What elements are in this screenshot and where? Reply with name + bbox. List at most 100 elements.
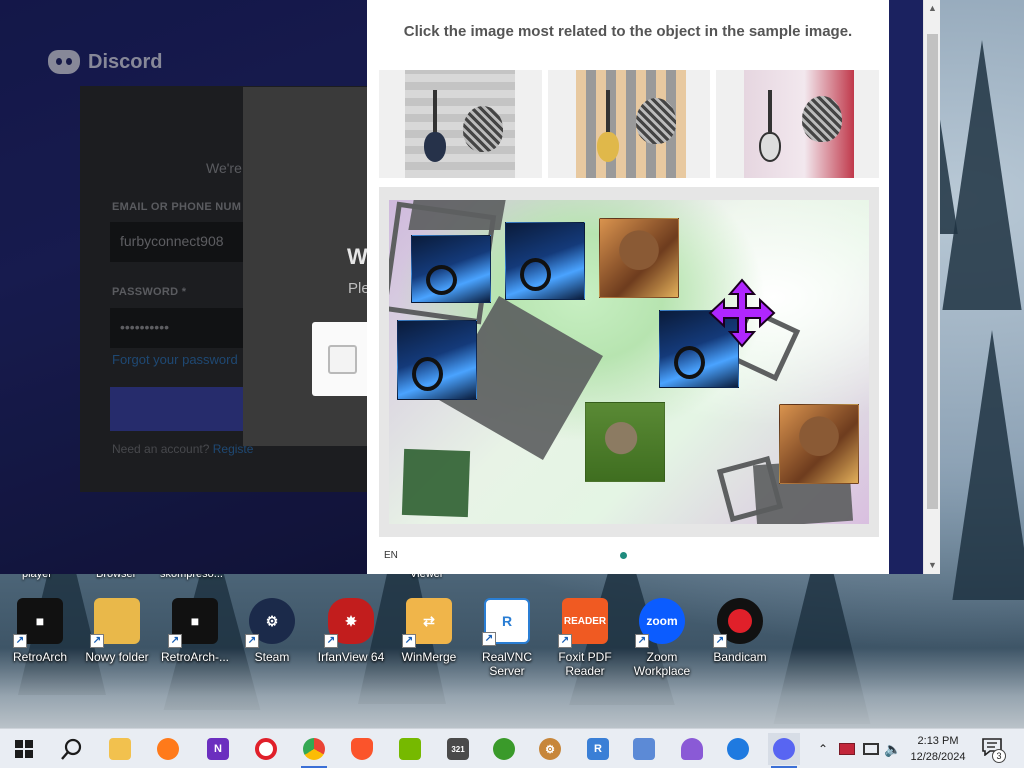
taskbar-app-n[interactable]: N <box>202 733 234 765</box>
network-icon <box>863 743 879 755</box>
shortcut-arrow-icon: ↗ <box>402 634 416 648</box>
captcha-scrollbar[interactable]: ▲ ▼ <box>923 0 940 574</box>
desktop-icon-retroarch-admin[interactable]: ■ ↗ RetroArch-... <box>155 598 235 664</box>
tile-monkey-2[interactable] <box>779 404 859 484</box>
desktop-icon-zoom[interactable]: zoom ↗ Zoom Workplace <box>622 598 702 678</box>
desktop-icon-label: RetroArch <box>12 650 68 664</box>
desktop-icon-retroarch[interactable]: ■ ↗ RetroArch <box>0 598 80 664</box>
verification-modal-subtext: Ple <box>348 280 367 297</box>
shortcut-arrow-icon: ↗ <box>558 634 572 648</box>
tile-motorcycle-2[interactable] <box>505 222 585 300</box>
firefox-icon <box>157 738 179 760</box>
steam-icon: ⚙ ↗ <box>245 598 295 648</box>
opera-icon <box>255 738 277 760</box>
shortcut-arrow-icon: ↗ <box>635 634 649 648</box>
taskbar-settings-app[interactable]: ⚙ <box>534 733 566 765</box>
tile-hedgehog[interactable] <box>585 402 665 482</box>
move-cursor-icon <box>708 278 776 348</box>
sample-image-3 <box>716 70 880 178</box>
taskbar-search-button[interactable] <box>56 733 88 765</box>
volume-muted-icon: 🔈 <box>884 740 902 757</box>
sample-images <box>379 70 880 178</box>
nvidia-icon <box>399 738 421 760</box>
desktop-icon-bandicam[interactable]: ↗ Bandicam <box>700 598 780 664</box>
settings-gear-icon: ⚙ <box>539 738 561 760</box>
taskbar-pea-app[interactable] <box>488 733 520 765</box>
bandicam-icon: ↗ <box>713 598 763 648</box>
winmerge-icon: ⇄ ↗ <box>402 598 452 648</box>
calculator-icon-text: 321 <box>451 744 465 754</box>
tray-overflow-button[interactable]: ⌃ <box>814 733 832 765</box>
tile-motorcycle-1[interactable] <box>411 235 491 303</box>
sample-image-2 <box>547 70 711 178</box>
desktop-icon-winmerge[interactable]: ⇄ ↗ WinMerge <box>389 598 469 664</box>
desktop-icon-steam[interactable]: ⚙ ↗ Steam <box>232 598 312 664</box>
clock-time: 2:13 PM <box>917 735 959 747</box>
calculator-icon: 321 <box>447 738 469 760</box>
window-background-strip <box>889 0 923 574</box>
captcha-puzzle-area[interactable] <box>379 187 879 537</box>
tile-motorcycle-3[interactable] <box>397 320 477 400</box>
taskbar-nvidia[interactable] <box>394 733 426 765</box>
retroarch-admin-icon: ■ ↗ <box>168 598 218 648</box>
language-selector[interactable]: EN <box>384 550 398 561</box>
scroll-up-icon[interactable]: ▲ <box>924 0 941 17</box>
foxit-icon: READER ↗ <box>558 598 608 648</box>
tile-monkey-1[interactable] <box>599 218 679 298</box>
background-shape <box>401 448 471 518</box>
desktop-icon-label: Bandicam <box>713 650 767 664</box>
progress-dot <box>620 552 627 559</box>
taskbar-calculator[interactable]: 321 <box>442 733 474 765</box>
shortcut-arrow-icon: ↗ <box>324 634 338 648</box>
desktop-icon-label: WinMerge <box>401 650 457 664</box>
taskbar: N 321 ⚙ R ⌃ 🔈 2:13 PM 12/28/2024 3 <box>0 728 1024 768</box>
desktop-icon-nowy-folder[interactable]: ↗ Nowy folder <box>77 598 157 664</box>
windows-logo-icon <box>15 740 33 758</box>
taskbar-firefox[interactable] <box>152 733 184 765</box>
desktop-icon-irfanview[interactable]: ✸ ↗ IrfanView 64 <box>311 598 391 664</box>
taskbar-remote-desktop[interactable]: R <box>582 733 614 765</box>
pine-tree <box>942 40 1022 310</box>
taskbar-file-explorer[interactable] <box>104 733 136 765</box>
search-icon <box>61 738 82 760</box>
zoom-icon-text: zoom <box>646 614 678 628</box>
scrollbar-thumb[interactable] <box>927 34 938 509</box>
tray-volume-button[interactable]: 🔈 <box>882 733 904 765</box>
realvnc-icon: R ↗ <box>482 598 530 646</box>
tray-red-app-icon <box>839 743 855 755</box>
brave-icon <box>351 738 373 760</box>
desktop-icons: ■ ↗ RetroArch ↗ Nowy folder ■ ↗ RetroArch-… <box>0 598 800 708</box>
taskbar-opera[interactable] <box>250 733 282 765</box>
taskbar-brave[interactable] <box>346 733 378 765</box>
edge-icon <box>727 738 749 760</box>
system-clock[interactable]: 2:13 PM 12/28/2024 <box>906 733 970 765</box>
discord-login-window: Discord We're EMAIL OR PHONE NUM furbyco… <box>0 0 367 574</box>
desktop-icon-realvnc[interactable]: R ↗ RealVNC Server <box>467 598 547 678</box>
captcha-instruction: Click the image most related to the obje… <box>403 23 853 40</box>
taskbar-chrome[interactable] <box>298 733 330 768</box>
sample-image-1 <box>379 70 542 178</box>
tray-network-button[interactable] <box>860 733 882 765</box>
shortcut-arrow-icon: ↗ <box>713 634 727 648</box>
desktop-icon-foxit[interactable]: READER ↗ Foxit PDF Reader <box>545 598 625 678</box>
shortcut-arrow-icon: ↗ <box>245 634 259 648</box>
scroll-down-icon[interactable]: ▼ <box>924 557 941 574</box>
file-explorer-icon <box>109 738 131 760</box>
taskbar-network-tool[interactable] <box>628 733 660 765</box>
clock-date: 12/28/2024 <box>910 751 966 763</box>
taskbar-edge[interactable] <box>722 733 754 765</box>
notification-count-badge: 3 <box>992 749 1006 763</box>
folder-icon: ↗ <box>90 598 140 648</box>
captcha-canvas[interactable] <box>389 200 869 524</box>
pea-app-icon <box>493 738 515 760</box>
tray-app-icon[interactable] <box>836 733 858 765</box>
chrome-icon <box>303 738 325 760</box>
desktop-icon-label: IrfanView 64 <box>317 650 385 664</box>
chevron-up-icon: ⌃ <box>817 742 829 756</box>
captcha-footer: EN <box>367 544 889 568</box>
start-button[interactable] <box>8 733 40 765</box>
taskbar-ghost-app[interactable] <box>676 733 708 765</box>
taskbar-discord[interactable] <box>768 733 800 768</box>
hcaptcha-checkbox[interactable] <box>328 345 357 374</box>
desktop-icon-label: Foxit PDF Reader <box>558 650 612 678</box>
